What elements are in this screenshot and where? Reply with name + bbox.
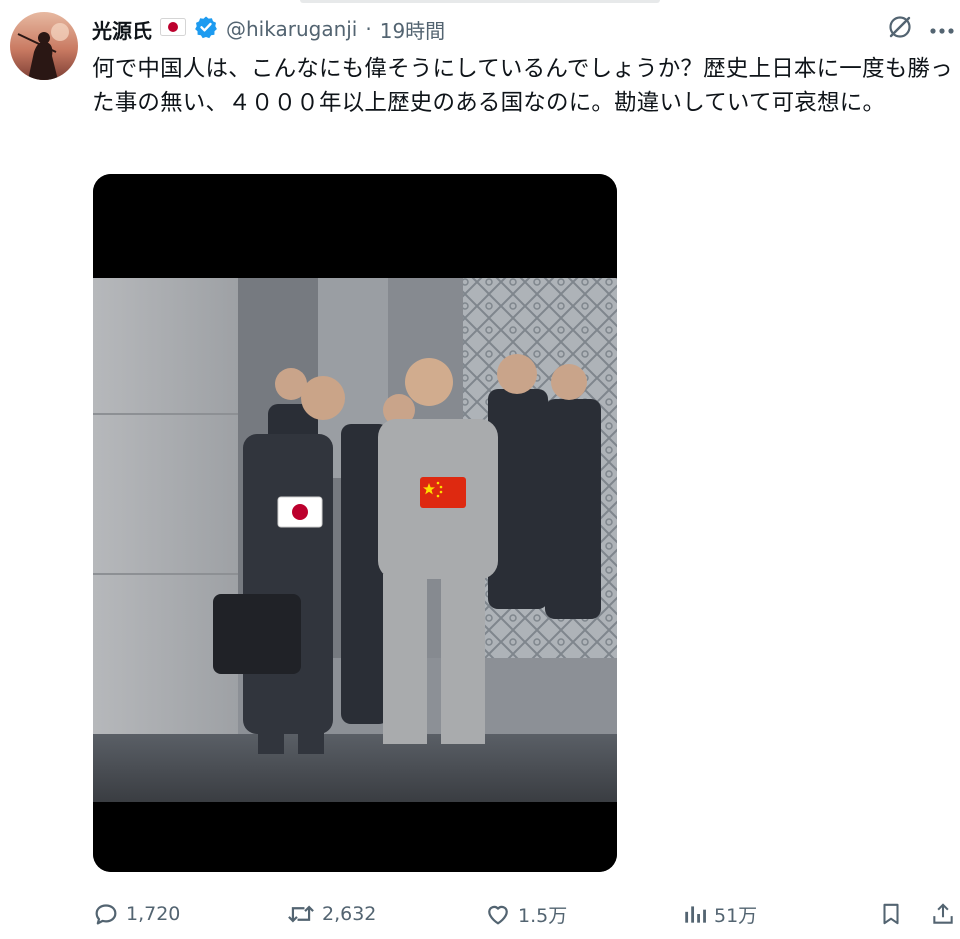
heart-icon [484,900,512,928]
china-flag-icon [420,477,466,508]
share-icon [930,900,956,928]
like-count: 1.5万 [518,904,568,927]
tweet-text: 何で中国人は、こんなにも偉そうにしているんでしょうか？歴史上日本に一度も勝った事… [92,56,953,116]
japan-flag-icon [277,496,323,528]
repost-icon [286,900,316,928]
grok-button[interactable] [882,12,918,46]
grok-icon [887,14,913,44]
tweet-media[interactable] [93,174,617,872]
top-rule [300,0,660,3]
like-button[interactable]: 1.5万 [484,894,567,934]
timestamp[interactable]: 19時間 [380,15,445,44]
more-icon [929,20,955,39]
bookmark-icon [878,900,904,928]
views-icon [682,901,708,927]
verified-badge-icon[interactable] [194,15,218,43]
reply-count: 1,720 [126,903,181,925]
more-options-button[interactable] [924,12,960,46]
avatar[interactable] [10,12,78,80]
bookmark-button[interactable] [878,894,904,934]
tweet-header: 光源氏 @hikaruganji · 19時間 [92,12,445,46]
view-count: 51万 [714,904,758,927]
tweet-actions: 1,720 2,632 1.5万 51万 [92,894,960,934]
repost-count: 2,632 [322,903,377,925]
display-name[interactable]: 光源氏 [92,15,152,44]
share-button[interactable] [930,894,956,934]
reply-icon [92,900,120,928]
author-handle[interactable]: @hikaruganji [226,17,357,41]
views-button[interactable]: 51万 [682,894,757,934]
repost-button[interactable]: 2,632 [286,894,376,934]
separator-dot: · [365,17,372,41]
japan-flag-icon [160,18,186,40]
reply-button[interactable]: 1,720 [92,894,180,934]
